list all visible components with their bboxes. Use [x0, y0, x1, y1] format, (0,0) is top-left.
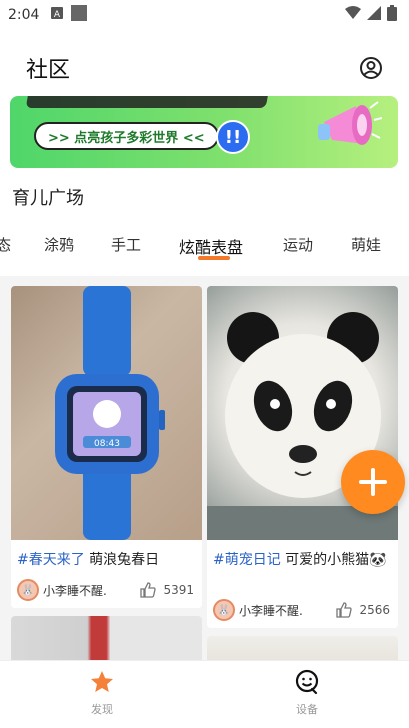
- star-icon: [91, 671, 113, 692]
- post-card[interactable]: 08:43 #春天来了 萌浪兔春日 🐰 小李睡不醒. 5391: [11, 286, 202, 608]
- author-name[interactable]: 小李睡不醒.: [43, 582, 139, 599]
- notification-a-icon: A: [51, 7, 64, 23]
- tab-handcraft[interactable]: 手工: [111, 234, 141, 255]
- tab-sports[interactable]: 运动: [283, 234, 313, 255]
- avatar[interactable]: 🐰: [17, 579, 39, 601]
- post-text: 萌浪兔春日: [84, 552, 160, 568]
- post-caption: #春天来了 萌浪兔春日: [17, 550, 196, 570]
- create-post-button[interactable]: [341, 450, 405, 514]
- megaphone-icon: [318, 101, 382, 145]
- like-count: 5391: [163, 583, 194, 597]
- thumbs-up-icon[interactable]: [335, 601, 353, 619]
- tab-cute-kids[interactable]: 萌娃: [351, 234, 381, 255]
- tab-watch-faces[interactable]: 炫酷表盘: [179, 234, 243, 258]
- section-title: 育儿广场: [12, 188, 84, 209]
- tab-doodle[interactable]: 涂鸦: [44, 234, 74, 255]
- banner-headline-strip: [25, 96, 271, 108]
- status-time: 2:04: [8, 7, 40, 23]
- post-author-row: 🐰 小李睡不醒. 2566: [213, 598, 390, 622]
- nav-label-device: 设备: [296, 703, 318, 716]
- thumbs-up-icon[interactable]: [139, 581, 157, 599]
- nav-label-discover: 发现: [91, 703, 113, 716]
- post-card[interactable]: [11, 616, 202, 660]
- category-tabs: 态 涂鸦 手工 炫酷表盘 运动 萌娃: [0, 228, 409, 264]
- author-name[interactable]: 小李睡不醒.: [239, 602, 335, 619]
- like-count: 2566: [359, 603, 390, 617]
- post-text: 可爱的小熊猫🐼: [280, 552, 387, 568]
- page-title: 社区: [26, 58, 71, 83]
- post-image-smartwatch: 08:43: [11, 286, 202, 540]
- nav-discover[interactable]: 发现: [62, 669, 142, 717]
- post-image: [207, 636, 398, 660]
- post-card[interactable]: [207, 636, 398, 660]
- svg-text:08:43: 08:43: [94, 439, 120, 449]
- active-tab-indicator: [198, 256, 230, 260]
- svg-text:A: A: [54, 10, 61, 19]
- post-hashtag[interactable]: #萌宠日记: [213, 552, 281, 568]
- bottom-navigation: 发现 设备: [0, 660, 409, 728]
- notification-square-icon: [71, 5, 88, 25]
- promo-banner[interactable]: >> 点亮孩子多彩世界 << !!: [10, 96, 398, 168]
- header: 社区: [0, 42, 409, 94]
- battery-icon: [387, 5, 397, 25]
- wifi-icon: [345, 6, 361, 24]
- post-author-row: 🐰 小李睡不醒. 5391: [17, 578, 194, 602]
- smartwatch-illustration: 08:43: [55, 286, 165, 540]
- status-bar: 2:04 A: [0, 0, 409, 30]
- banner-pill: >> 点亮孩子多彩世界 <<: [34, 122, 219, 150]
- plus-icon: [359, 468, 387, 496]
- nav-device[interactable]: 设备: [267, 669, 347, 717]
- profile-icon[interactable]: [359, 56, 383, 80]
- smile-face-icon: [295, 669, 319, 695]
- tab-partial[interactable]: 态: [0, 234, 11, 255]
- avatar[interactable]: 🐰: [213, 599, 235, 621]
- post-caption: #萌宠日记 可爱的小熊猫🐼: [213, 550, 392, 570]
- signal-icon: [367, 6, 381, 24]
- banner-badge: !!: [216, 120, 250, 154]
- post-image: [11, 616, 202, 660]
- post-hashtag[interactable]: #春天来了: [17, 552, 85, 568]
